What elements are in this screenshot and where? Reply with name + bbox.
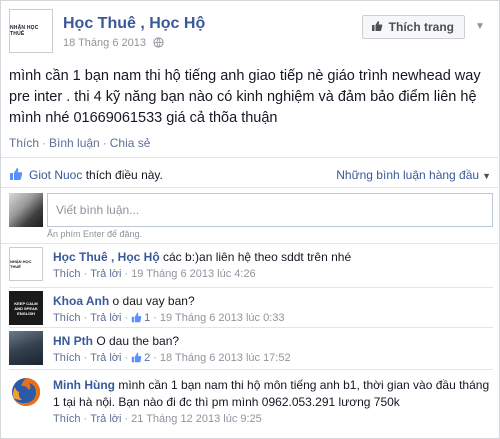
comment-time[interactable]: 21 Tháng 12 2013 lúc 9:25 — [131, 413, 262, 425]
comment-like-link[interactable]: Thích — [53, 413, 81, 425]
post-header: NHẬN HỌC THUÊ Học Thuê , Học Hộ 18 Tháng… — [9, 9, 493, 53]
post-message: mình cần 1 bạn nam thi hộ tiếng anh giao… — [9, 68, 481, 126]
current-user-avatar — [9, 193, 43, 227]
comment-meta: Thích · Trả lời · 21 Tháng 12 2013 lúc 9:25 — [53, 413, 262, 425]
post-actions: Thích · Bình luận · Chia sẻ — [9, 136, 150, 150]
separator-dot: · — [42, 136, 47, 150]
liker-name-link[interactable]: Giot Nuoc — [29, 168, 82, 182]
divider — [9, 369, 493, 370]
comment-link[interactable]: Bình luận — [49, 136, 100, 150]
comment-reply-link[interactable]: Trả lời — [90, 352, 121, 364]
comment-meta: Thích · Trả lời · 2 · 18 Tháng 6 2013 lúc 17:5… — [53, 350, 493, 369]
post-options-chevron-icon[interactable]: ▼ — [473, 19, 487, 33]
comment-avatar[interactable]: KEEP CALM AND SPEAK ENGLISH — [9, 291, 43, 325]
comment-author-link[interactable]: Minh Hùng — [53, 378, 115, 392]
page-avatar-text: NHẬN HỌC THUÊ — [10, 25, 39, 37]
post-date-text: 18 Tháng 6 2013 — [63, 37, 146, 49]
comment-meta: Thích · Trả lời · 19 Tháng 6 2013 lúc 4:26 — [53, 268, 256, 280]
divider — [9, 287, 493, 288]
comment-text: mình cần 1 bạn nam thi hộ môn tiếng anh … — [53, 378, 490, 409]
enter-hint: Ấn phím Enter để đăng. — [47, 229, 143, 239]
divider — [1, 187, 500, 188]
comment-body: Minh Hùng mình cần 1 bạn nam thi hộ môn … — [53, 377, 493, 428]
caret-down-icon: ▼ — [482, 171, 491, 181]
comment-body: Khoa Anh o dau vay ban? Thích · Trả lời · 1 ·… — [53, 293, 493, 329]
comment-time[interactable]: 19 Tháng 6 2013 lúc 4:26 — [131, 268, 256, 280]
comment-item: Minh Hùng mình cần 1 bạn nam thi hộ môn … — [9, 375, 493, 433]
comment-input[interactable]: Viết bình luận... — [47, 193, 493, 227]
globe-icon — [153, 37, 164, 51]
like-page-label: Thích trang — [388, 20, 454, 34]
likes-text: Giot Nuoc thích điều này. — [29, 168, 163, 182]
comment-time[interactable]: 18 Tháng 6 2013 lúc 17:52 — [160, 352, 291, 364]
post-card: NHẬN HỌC THUÊ Học Thuê , Học Hộ 18 Tháng… — [0, 0, 500, 439]
page-avatar-text: NHẬN HỌC THUÊ — [10, 259, 32, 269]
comment-author-link[interactable]: HN Pth — [53, 334, 93, 348]
comment-item: NHẬN HỌC THUÊ Học Thuê , Học Hộ các b:)a… — [9, 247, 493, 287]
comment-reply-link[interactable]: Trả lời — [90, 413, 121, 425]
comment-like-thumb-icon — [131, 352, 142, 369]
divider — [9, 327, 493, 328]
comment-text: o dau vay ban? — [109, 294, 195, 308]
comment-reply-link[interactable]: Trả lời — [90, 268, 121, 280]
comment-reply-link[interactable]: Trả lời — [90, 312, 121, 324]
divider — [1, 157, 500, 158]
comment-text: O dau the ban? — [93, 334, 180, 348]
comment-time[interactable]: 19 Tháng 6 2013 lúc 0:33 — [160, 312, 285, 324]
comment-author-link[interactable]: Khoa Anh — [53, 294, 109, 308]
page-name-link[interactable]: Học Thuê , Học Hộ — [63, 15, 205, 33]
comment-sort-dropdown[interactable]: Những bình luận hàng đầu ▼ — [336, 168, 491, 182]
comment-like-link[interactable]: Thích — [53, 352, 81, 364]
sort-label: Những bình luận hàng đầu — [336, 168, 480, 182]
like-post-link[interactable]: Thích — [9, 136, 39, 150]
like-page-button[interactable]: Thích trang — [361, 15, 465, 39]
comment-author-link[interactable]: Học Thuê , Học Hộ — [53, 250, 160, 264]
keep-calm-avatar-text: KEEP CALM AND SPEAK ENGLISH — [14, 300, 38, 316]
firefox-logo-icon — [12, 377, 41, 406]
comment-body: Học Thuê , Học Hộ các b:)an liên hệ theo… — [53, 249, 493, 283]
separator-dot: · — [102, 136, 107, 150]
likes-summary: Giot Nuoc thích điều này. Những bình luậ… — [9, 166, 493, 184]
comment-avatar[interactable]: NHẬN HỌC THUÊ — [9, 247, 43, 281]
comment-item: KEEP CALM AND SPEAK ENGLISH Khoa Anh o d… — [9, 291, 493, 329]
post-date[interactable]: 18 Tháng 6 2013 — [63, 37, 164, 51]
page-avatar[interactable]: NHẬN HỌC THUÊ — [9, 9, 53, 53]
likes-suffix: thích điều này. — [82, 168, 163, 182]
comment-text: các b:)an liên hệ theo sddt trên nhé — [159, 250, 352, 264]
share-link[interactable]: Chia sẻ — [110, 136, 151, 150]
like-thumb-icon — [9, 167, 23, 184]
comment-like-count[interactable]: 2 — [144, 352, 150, 364]
comment-like-count[interactable]: 1 — [144, 312, 150, 324]
thumbs-up-icon — [371, 20, 383, 35]
comment-avatar[interactable] — [9, 375, 43, 409]
comment-item: HN Pth O dau the ban? Thích · Trả lời · 2 · 18… — [9, 331, 493, 369]
comment-like-link[interactable]: Thích — [53, 312, 81, 324]
comment-avatar[interactable] — [9, 331, 43, 365]
divider — [1, 243, 500, 244]
comment-body: HN Pth O dau the ban? Thích · Trả lời · 2 · 18… — [53, 333, 493, 369]
comment-like-link[interactable]: Thích — [53, 268, 81, 280]
